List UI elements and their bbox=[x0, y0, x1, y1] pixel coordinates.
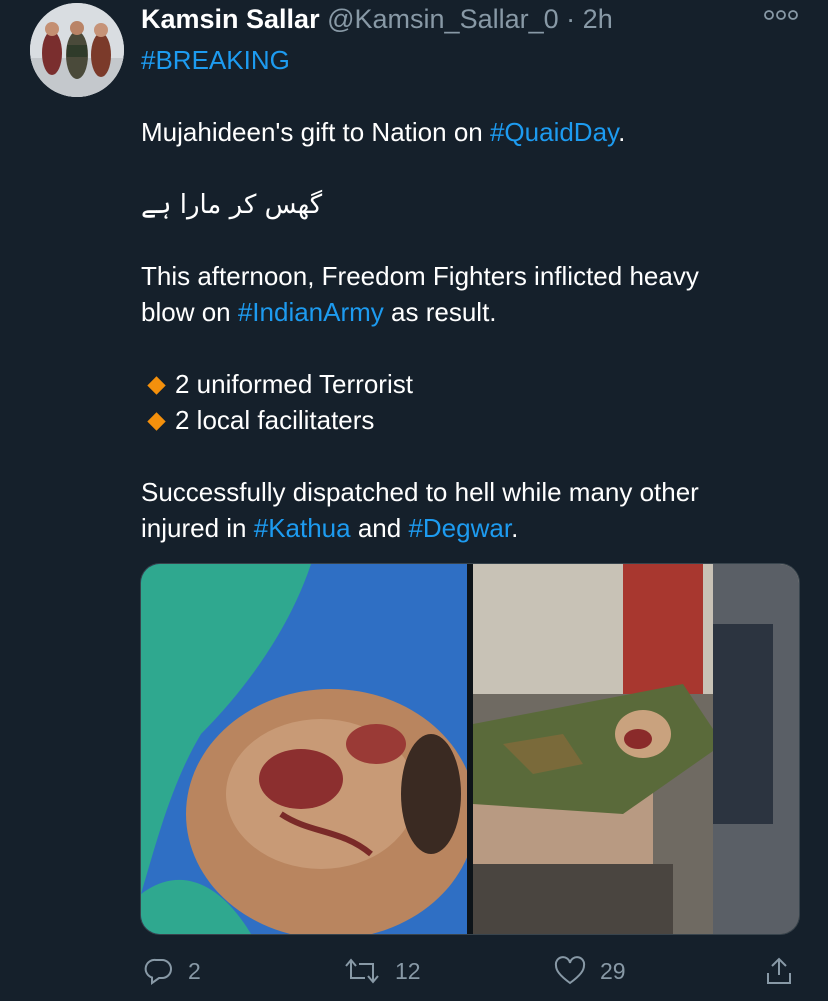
tweet-text: #BREAKING Mujahideen's gift to Nation on… bbox=[141, 42, 791, 546]
text-segment: blow on bbox=[141, 297, 238, 327]
share-icon bbox=[767, 957, 791, 984]
author-name[interactable]: Kamsin Sallar bbox=[141, 4, 320, 34]
tweet-header: Kamsin Sallar @Kamsin_Sallar_0 · 2h bbox=[141, 4, 613, 35]
retweet-count: 12 bbox=[395, 957, 421, 984]
avatar[interactable] bbox=[30, 3, 124, 97]
bullet-item: 2 local facilitaters bbox=[141, 402, 791, 438]
text-line-8: injured in #Kathua and #Degwar. bbox=[141, 510, 791, 546]
hashtag-degwar[interactable]: #Degwar bbox=[408, 513, 511, 543]
like-button[interactable]: 29 bbox=[554, 955, 626, 987]
bullet-item: 2 uniformed Terrorist bbox=[141, 366, 791, 402]
text-line-3: This afternoon, Freedom Fighters inflict… bbox=[141, 261, 699, 291]
urdu-line: گھس کر مارا ہے bbox=[141, 186, 791, 222]
text-line-4: blow on #IndianArmy as result. bbox=[141, 294, 791, 330]
text-line-1: Mujahideen's gift to Nation on #QuaidDay… bbox=[141, 114, 791, 150]
separator-dot: · bbox=[566, 4, 576, 34]
reply-icon bbox=[144, 958, 172, 985]
avatar-image bbox=[30, 3, 124, 97]
tweet: Kamsin Sallar @Kamsin_Sallar_0 · 2h #BRE… bbox=[0, 0, 828, 1001]
tweet-actions: 2 12 29 bbox=[0, 955, 828, 987]
photo-2[interactable] bbox=[473, 564, 799, 934]
hashtag-quaidday[interactable]: #QuaidDay bbox=[490, 117, 618, 147]
text-segment: . bbox=[618, 117, 626, 147]
photo-1[interactable] bbox=[141, 564, 476, 934]
text-segment: as result. bbox=[383, 297, 497, 327]
more-options-icon[interactable] bbox=[764, 8, 798, 20]
text-segment: Mujahideen's gift to Nation on bbox=[141, 117, 490, 147]
hashtag-kathua[interactable]: #Kathua bbox=[254, 513, 351, 543]
text-segment: and bbox=[350, 513, 409, 543]
text-segment: . bbox=[511, 513, 519, 543]
author-handle[interactable]: @Kamsin_Sallar_0 bbox=[327, 4, 559, 34]
media-grid bbox=[140, 563, 800, 935]
hashtag-breaking[interactable]: #BREAKING bbox=[141, 45, 290, 75]
orange-diamond-icon bbox=[147, 375, 166, 395]
bullet-text: 2 local facilitaters bbox=[175, 405, 375, 435]
text-line-7: Successfully dispatched to hell while ma… bbox=[141, 477, 699, 507]
text-segment: injured in bbox=[141, 513, 254, 543]
like-icon bbox=[554, 956, 586, 985]
tweet-time[interactable]: 2h bbox=[583, 4, 613, 34]
bullet-text: 2 uniformed Terrorist bbox=[175, 369, 413, 399]
like-count: 29 bbox=[600, 957, 626, 984]
orange-diamond-icon bbox=[147, 411, 166, 431]
retweet-icon bbox=[345, 958, 379, 984]
share-button[interactable] bbox=[764, 955, 794, 987]
reply-count: 2 bbox=[188, 957, 201, 984]
reply-button[interactable]: 2 bbox=[144, 955, 201, 987]
hashtag-indianarmy[interactable]: #IndianArmy bbox=[238, 297, 384, 327]
retweet-button[interactable]: 12 bbox=[343, 955, 421, 987]
urdu-text: گھس کر مارا ہے bbox=[141, 190, 323, 220]
